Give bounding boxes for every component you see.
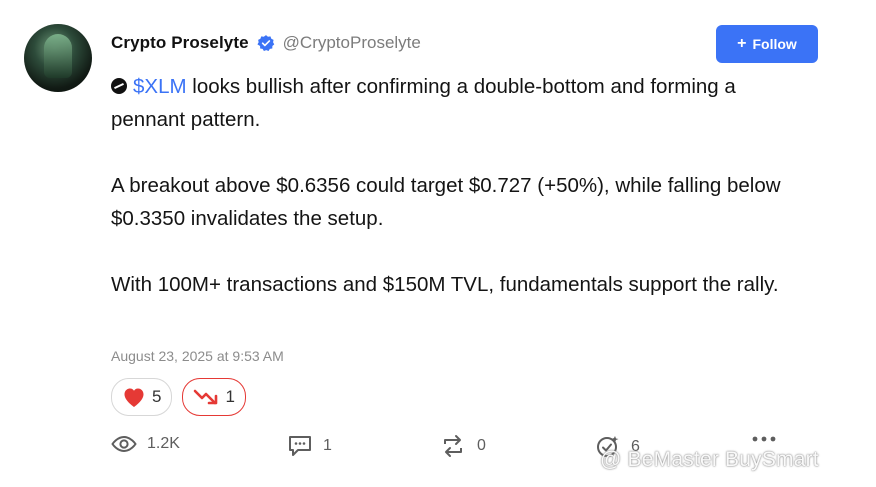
avatar[interactable] bbox=[24, 24, 92, 92]
eye-icon bbox=[111, 435, 137, 453]
more-icon bbox=[752, 436, 776, 442]
repost-icon bbox=[444, 435, 462, 457]
post-timestamp: August 23, 2025 at 9:53 AM bbox=[111, 348, 284, 364]
reaction-bearish[interactable]: 1 bbox=[182, 378, 246, 416]
follow-label: Follow bbox=[752, 36, 797, 52]
post-paragraph-1: $XLM looks bullish after confirming a do… bbox=[111, 70, 801, 136]
plus-icon: + bbox=[737, 35, 747, 52]
stellar-logo-icon bbox=[111, 78, 127, 94]
repost-action[interactable]: 0 bbox=[439, 434, 486, 458]
ticker-link[interactable]: $XLM bbox=[133, 75, 187, 98]
reactions-bar: 5 1 bbox=[111, 378, 246, 416]
post-header: Crypto Proselyte @CryptoProselyte bbox=[111, 33, 421, 53]
bearish-count: 1 bbox=[225, 387, 235, 406]
post-text-1: looks bullish after confirming a double-… bbox=[111, 75, 736, 131]
views-action[interactable]: 1.2K bbox=[111, 434, 180, 454]
post-body: $XLM looks bullish after confirming a do… bbox=[111, 70, 801, 301]
avatar-figure bbox=[44, 34, 72, 78]
views-count: 1.2K bbox=[147, 435, 180, 452]
author-name[interactable]: Crypto Proselyte bbox=[111, 33, 249, 53]
trend-down-icon bbox=[194, 389, 218, 405]
heart-count: 5 bbox=[152, 387, 162, 406]
verified-badge-icon bbox=[257, 35, 274, 52]
repost-count: 0 bbox=[477, 437, 486, 454]
comment-count: 1 bbox=[323, 437, 332, 454]
comment-icon bbox=[289, 436, 311, 456]
more-options-button[interactable] bbox=[751, 434, 777, 444]
reaction-heart[interactable]: 5 bbox=[111, 378, 173, 416]
follow-button[interactable]: + Follow bbox=[716, 25, 818, 63]
heart-icon bbox=[124, 388, 144, 407]
post-paragraph-3: With 100M+ transactions and $150M TVL, f… bbox=[111, 273, 779, 296]
comment-action[interactable]: 1 bbox=[287, 434, 332, 458]
author-handle[interactable]: @CryptoProselyte bbox=[283, 33, 421, 53]
post-paragraph-2: A breakout above $0.6356 could target $0… bbox=[111, 174, 781, 230]
watermark: @ BeMaster BuySmart bbox=[600, 448, 819, 471]
